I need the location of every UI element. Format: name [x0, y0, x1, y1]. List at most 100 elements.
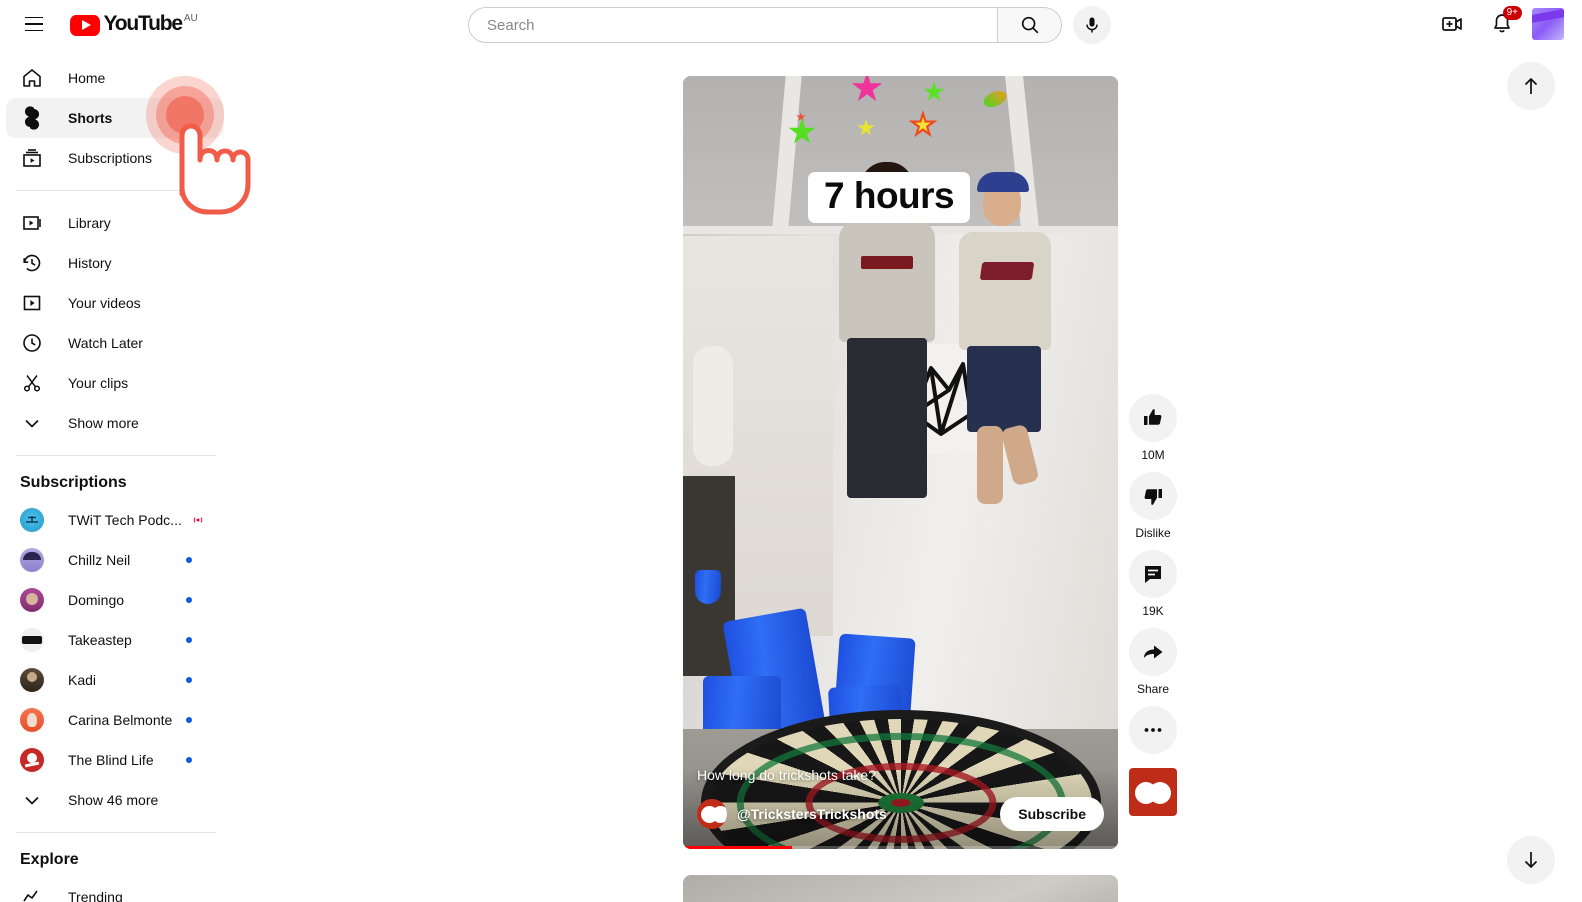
comment-count: 19K [1142, 604, 1164, 618]
new-content-dot [186, 597, 192, 603]
voice-search-button[interactable] [1073, 6, 1111, 44]
like-count: 10M [1141, 448, 1165, 462]
sidebar-item-shorts[interactable]: Shorts [6, 98, 224, 138]
channel-avatar [20, 708, 44, 732]
short-actions-rail: 10M Dislike 19K Share [1129, 394, 1177, 816]
sidebar-label: Trending [68, 889, 123, 902]
new-content-dot [186, 757, 192, 763]
comments-button[interactable] [1129, 550, 1177, 598]
your-videos-icon [20, 291, 44, 315]
sidebar-channel-twit[interactable]: TWiT Tech Podc... [6, 500, 224, 540]
search-input[interactable] [469, 8, 997, 42]
sidebar-divider-3 [16, 832, 216, 833]
share-label: Share [1136, 682, 1170, 696]
sidebar-divider-2 [16, 455, 216, 456]
sidebar-item-subscriptions[interactable]: Subscriptions [6, 138, 224, 178]
notification-count-badge: 9+ [1502, 6, 1522, 20]
previous-short-button[interactable] [1507, 62, 1555, 110]
sidebar-item-watch-later[interactable]: Watch Later [6, 323, 224, 363]
sidebar-channel-carina-belmonte[interactable]: Carina Belmonte [6, 700, 224, 740]
scissors-icon [20, 371, 44, 395]
like-button[interactable] [1129, 394, 1177, 442]
channel-avatar [20, 508, 44, 532]
sidebar-label: Shorts [68, 110, 113, 126]
sidebar-label: Subscriptions [68, 150, 153, 166]
sidebar-item-your-videos[interactable]: Your videos [6, 283, 224, 323]
more-action [1129, 706, 1177, 754]
library-icon [20, 211, 44, 235]
video-progress-bar[interactable] [683, 846, 1118, 849]
arrow-down-icon [1524, 852, 1538, 868]
sidebar-channel-chillz-neil[interactable]: Chillz Neil [6, 540, 224, 580]
sidebar-label: History [68, 255, 112, 271]
shorts-main: 7 hours How long do trickshots take? @Tr… [232, 48, 1582, 902]
sidebar-channel-takeastep[interactable]: Takeastep [6, 620, 224, 660]
thumbs-down-icon [1144, 489, 1162, 505]
channel-avatar[interactable] [697, 799, 727, 829]
video-progress-fill [683, 846, 792, 849]
avatar[interactable] [1532, 8, 1564, 40]
channel-name: Kadi [68, 672, 97, 688]
comment-icon [1145, 566, 1161, 583]
person-right [955, 172, 1055, 506]
subscribe-button[interactable]: Subscribe [1000, 797, 1104, 831]
microphone-icon [1086, 17, 1098, 33]
search-icon [1021, 16, 1038, 34]
sidebar-item-home[interactable]: Home [6, 58, 224, 98]
sidebar-divider-1 [16, 190, 216, 191]
sidebar-channel-domingo[interactable]: Domingo [6, 580, 224, 620]
next-short-preview[interactable] [683, 875, 1118, 902]
youtube-logo-text: YouTube [103, 11, 184, 35]
sidebar-channel-the-blind-life[interactable]: The Blind Life [6, 740, 224, 780]
new-content-dot [186, 637, 192, 643]
sidebar-item-history[interactable]: History [6, 243, 224, 283]
sidebar: Home Shorts Subscriptions Library Histor… [0, 48, 232, 902]
youtube-logo[interactable]: YouTube AU [70, 11, 198, 36]
share-icon [1144, 645, 1163, 659]
create-video-button[interactable] [1432, 4, 1472, 44]
dislike-button[interactable] [1129, 472, 1177, 520]
next-short-button[interactable] [1507, 836, 1555, 884]
channel-name: TWiT Tech Podc... [68, 512, 182, 528]
sidebar-item-trending[interactable]: Trending [6, 877, 224, 902]
channel-name: Domingo [68, 592, 125, 608]
search-form [468, 7, 998, 43]
like-action: 10M [1129, 394, 1177, 462]
short-metadata-overlay: How long do trickshots take? @Tricksters… [683, 767, 1118, 849]
sidebar-channel-kadi[interactable]: Kadi [6, 660, 224, 700]
channel-row: @TrickstersTrickshots Subscribe [697, 797, 1104, 831]
share-button[interactable] [1129, 628, 1177, 676]
new-content-dot [186, 717, 192, 723]
sidebar-label: Library [68, 215, 111, 231]
search-area [468, 6, 1111, 44]
sidebar-label: Watch Later [68, 335, 143, 351]
masthead-right: 9+ [1432, 0, 1564, 48]
hamburger-icon[interactable] [14, 4, 54, 44]
explore-heading: Explore [20, 851, 79, 868]
sidebar-item-your-clips[interactable]: Your clips [6, 363, 224, 403]
sidebar-item-show-more[interactable]: Show more [6, 403, 224, 443]
sidebar-label: Home [68, 70, 106, 86]
thumbs-up-icon [1144, 409, 1162, 425]
short-video-player[interactable]: 7 hours How long do trickshots take? @Tr… [683, 76, 1118, 849]
search-button[interactable] [998, 7, 1062, 43]
channel-name: Carina Belmonte [68, 712, 173, 728]
channel-avatar [20, 588, 44, 612]
channel-thumbnail-button[interactable] [1129, 768, 1177, 816]
clock-icon [20, 331, 44, 355]
channel-avatar [20, 628, 44, 652]
masthead: YouTube AU Search 9+ [0, 0, 1582, 48]
subscriptions-icon [20, 146, 44, 170]
masthead-left: YouTube AU [0, 4, 198, 44]
share-action: Share [1129, 628, 1177, 696]
chevron-down-icon [20, 411, 44, 435]
history-icon [20, 251, 44, 275]
notifications-button[interactable]: 9+ [1482, 4, 1522, 44]
sidebar-item-library[interactable]: Library [6, 203, 224, 243]
more-options-button[interactable] [1129, 706, 1177, 754]
arrow-up-icon [1524, 78, 1538, 94]
sidebar-show-more-subscriptions[interactable]: Show 46 more [6, 780, 224, 820]
channel-handle[interactable]: @TrickstersTrickshots [737, 806, 887, 822]
sidebar-label: Your videos [68, 295, 141, 311]
sidebar-label: Show more [68, 415, 139, 431]
